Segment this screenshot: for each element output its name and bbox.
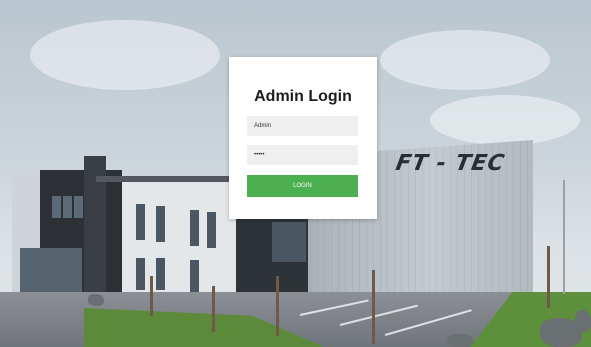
- cloud: [30, 20, 220, 90]
- rock: [447, 334, 473, 347]
- office-roof-edge: [96, 176, 234, 182]
- window: [190, 210, 199, 246]
- rock: [575, 310, 591, 332]
- rock: [88, 294, 104, 306]
- window: [190, 260, 199, 292]
- window: [52, 196, 61, 218]
- building-sign: FT - TEC: [393, 151, 507, 176]
- tree: [276, 276, 279, 336]
- window: [63, 196, 72, 218]
- window: [156, 206, 165, 242]
- glass-entrance: [20, 248, 82, 298]
- light-pole: [563, 180, 565, 294]
- cloud: [380, 30, 550, 90]
- login-button[interactable]: LOGIN: [247, 175, 358, 197]
- username-input[interactable]: Admin: [247, 116, 358, 136]
- window: [74, 196, 83, 218]
- window: [207, 212, 216, 248]
- tree: [150, 276, 153, 316]
- cloud: [430, 95, 580, 145]
- window: [156, 258, 165, 290]
- window: [136, 258, 145, 290]
- login-card: Admin Login Admin ••••• LOGIN: [229, 57, 377, 219]
- login-title: Admin Login: [254, 88, 352, 105]
- window: [272, 222, 306, 262]
- tree: [372, 270, 375, 344]
- tree: [547, 246, 550, 308]
- password-input[interactable]: •••••: [247, 145, 358, 165]
- tree: [212, 286, 215, 332]
- window: [136, 204, 145, 240]
